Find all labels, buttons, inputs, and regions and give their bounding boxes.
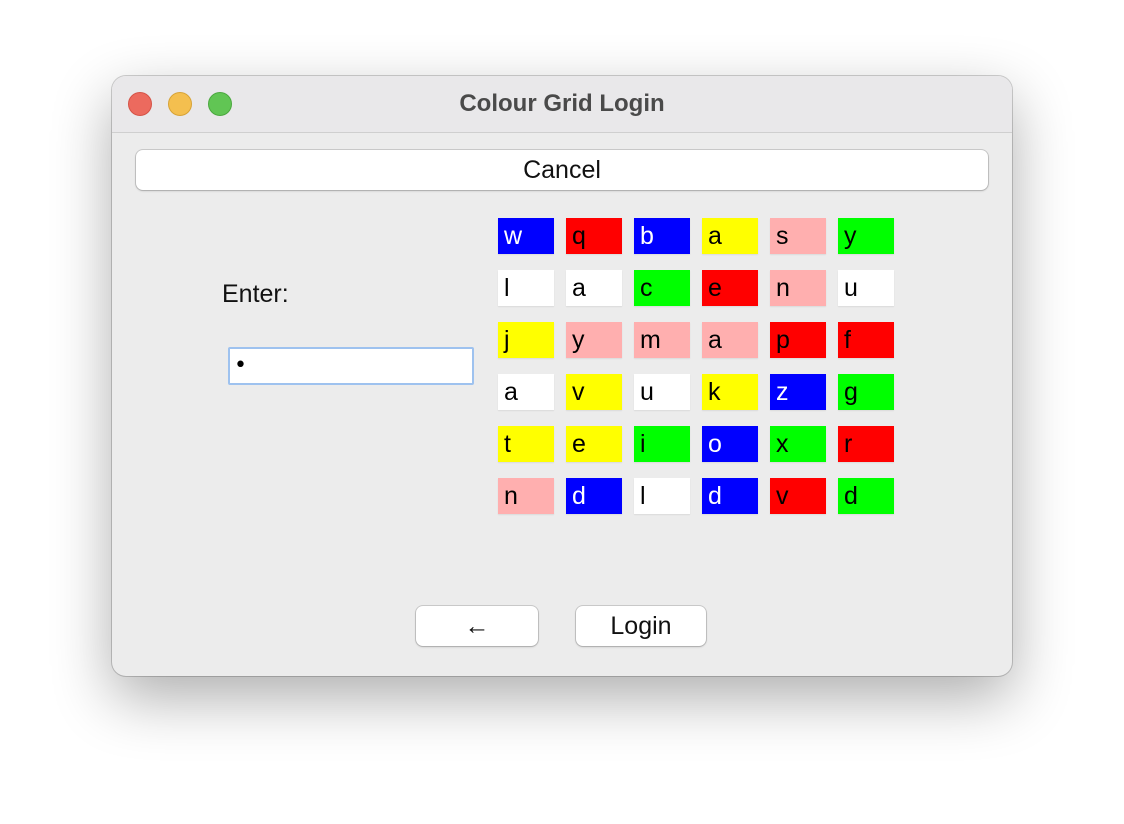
login-window: Colour Grid Login Cancel Enter: • wqbasy…: [112, 76, 1012, 676]
grid-cell[interactable]: a: [702, 218, 758, 254]
zoom-window-button[interactable]: [208, 92, 232, 116]
grid-cell[interactable]: s: [770, 218, 826, 254]
grid-cell[interactable]: b: [634, 218, 690, 254]
grid-cell[interactable]: e: [566, 426, 622, 462]
grid-cell[interactable]: v: [770, 478, 826, 514]
grid-cell[interactable]: d: [702, 478, 758, 514]
grid-cell[interactable]: w: [498, 218, 554, 254]
grid-cell[interactable]: l: [498, 270, 554, 306]
grid-cell[interactable]: u: [838, 270, 894, 306]
grid-cell[interactable]: a: [702, 322, 758, 358]
grid-cell[interactable]: d: [838, 478, 894, 514]
backspace-button[interactable]: ←: [416, 606, 538, 646]
close-window-button[interactable]: [128, 92, 152, 116]
grid-cell[interactable]: p: [770, 322, 826, 358]
grid-cell[interactable]: q: [566, 218, 622, 254]
enter-label: Enter:: [222, 280, 289, 308]
title-bar[interactable]: Colour Grid Login: [112, 76, 1012, 133]
grid-cell[interactable]: n: [770, 270, 826, 306]
window-title: Colour Grid Login: [459, 90, 665, 117]
grid-cell[interactable]: y: [566, 322, 622, 358]
grid-cell[interactable]: g: [838, 374, 894, 410]
grid-cell[interactable]: v: [566, 374, 622, 410]
grid-cell[interactable]: l: [634, 478, 690, 514]
grid-cell[interactable]: j: [498, 322, 554, 358]
grid-cell[interactable]: c: [634, 270, 690, 306]
grid-cell[interactable]: a: [498, 374, 554, 410]
grid-cell[interactable]: o: [702, 426, 758, 462]
grid-cell[interactable]: m: [634, 322, 690, 358]
grid-cell[interactable]: r: [838, 426, 894, 462]
grid-cell[interactable]: d: [566, 478, 622, 514]
grid-cell[interactable]: z: [770, 374, 826, 410]
grid-cell[interactable]: a: [566, 270, 622, 306]
cancel-button[interactable]: Cancel: [136, 150, 988, 190]
grid-cell[interactable]: n: [498, 478, 554, 514]
grid-cell[interactable]: t: [498, 426, 554, 462]
password-field[interactable]: •: [228, 347, 474, 385]
grid-cell[interactable]: e: [702, 270, 758, 306]
grid-cell[interactable]: k: [702, 374, 758, 410]
grid-cell[interactable]: f: [838, 322, 894, 358]
grid-cell[interactable]: i: [634, 426, 690, 462]
grid-cell[interactable]: y: [838, 218, 894, 254]
login-button[interactable]: Login: [576, 606, 706, 646]
minimize-window-button[interactable]: [168, 92, 192, 116]
grid-cell[interactable]: x: [770, 426, 826, 462]
grid-cell[interactable]: u: [634, 374, 690, 410]
